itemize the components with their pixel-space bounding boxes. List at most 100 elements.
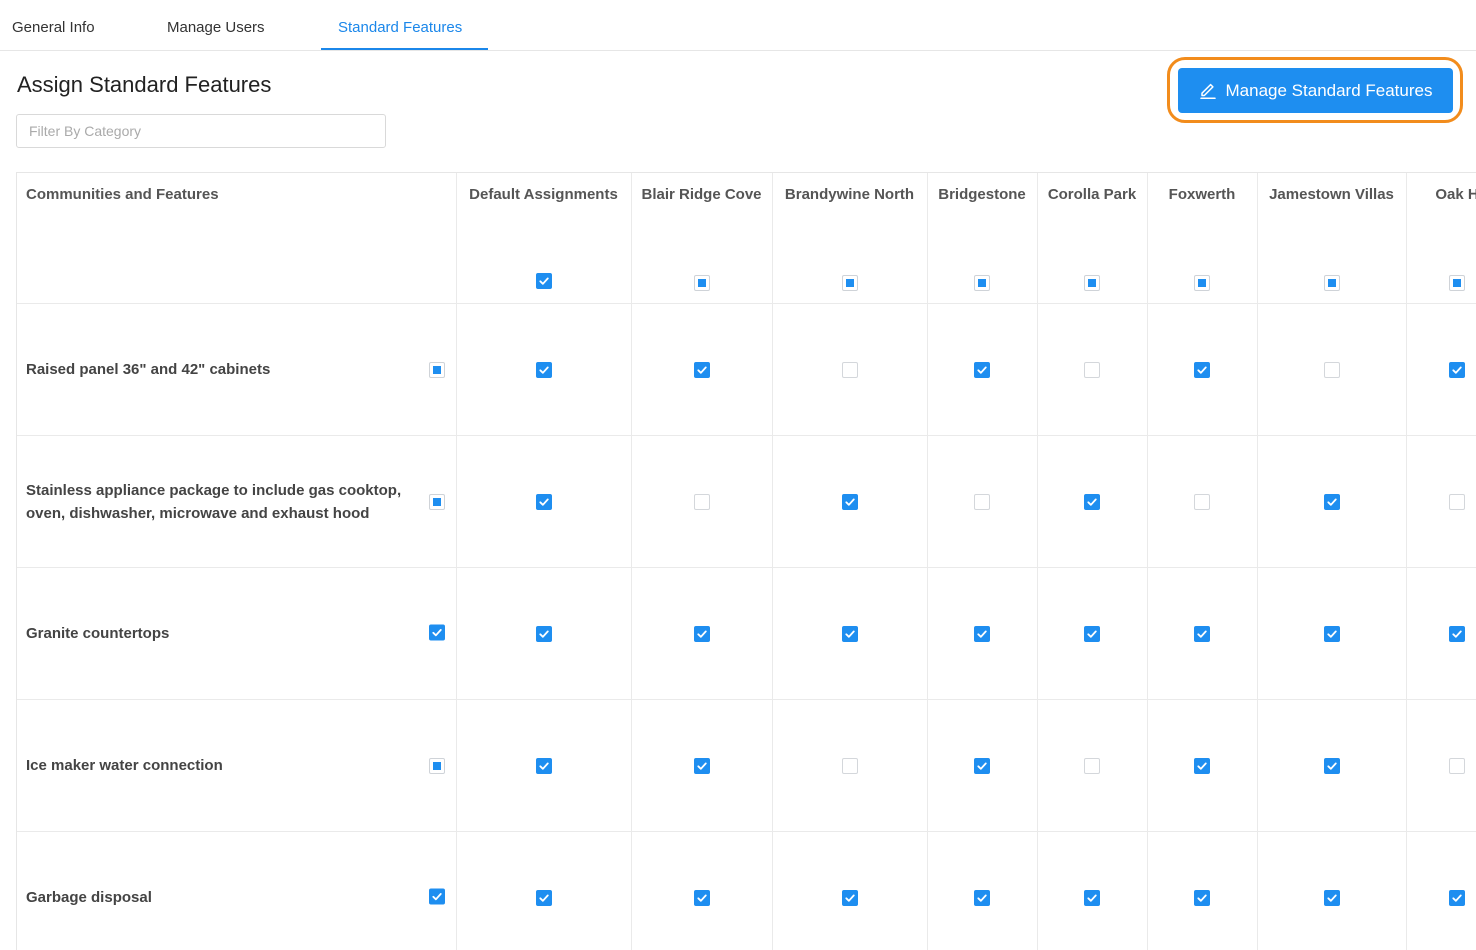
assignment-checkbox[interactable] <box>1324 494 1340 510</box>
assignment-checkbox[interactable] <box>1084 626 1100 642</box>
assignment-cell <box>1147 568 1257 700</box>
assignment-cell <box>1406 568 1476 700</box>
assignment-cell <box>456 700 631 832</box>
column-header-jamestown-villas: Jamestown Villas <box>1257 173 1406 304</box>
column-select-all-checkbox[interactable] <box>1194 275 1210 291</box>
column-header-label: Foxwerth <box>1148 173 1257 203</box>
feature-label-cell: Ice maker water connection <box>17 700 456 832</box>
active-tab-indicator <box>321 48 488 50</box>
row-select-all-checkbox[interactable] <box>429 494 445 510</box>
assignment-cell <box>1147 832 1257 950</box>
assignment-checkbox[interactable] <box>536 494 552 510</box>
assignment-cell <box>772 304 927 436</box>
assignment-checkbox[interactable] <box>974 890 990 906</box>
assignment-checkbox[interactable] <box>1449 494 1465 510</box>
manage-standard-features-button[interactable]: Manage Standard Features <box>1178 68 1453 113</box>
assignment-checkbox[interactable] <box>1324 890 1340 906</box>
assignment-checkbox[interactable] <box>694 890 710 906</box>
assignment-checkbox[interactable] <box>694 494 710 510</box>
assignment-cell <box>772 700 927 832</box>
assignment-checkbox[interactable] <box>1194 758 1210 774</box>
assignment-checkbox[interactable] <box>694 362 710 378</box>
column-header-label: Bridgestone <box>928 173 1037 203</box>
assignment-checkbox[interactable] <box>974 758 990 774</box>
assignment-cell <box>1037 436 1147 568</box>
assignment-checkbox[interactable] <box>842 890 858 906</box>
assignment-checkbox[interactable] <box>1084 362 1100 378</box>
assignment-checkbox[interactable] <box>842 494 858 510</box>
assignment-checkbox[interactable] <box>1084 890 1100 906</box>
assignment-checkbox[interactable] <box>974 626 990 642</box>
row-select-all-checkbox[interactable] <box>429 362 445 378</box>
assignment-checkbox[interactable] <box>536 758 552 774</box>
assignment-cell <box>1037 832 1147 950</box>
assignment-cell <box>1037 304 1147 436</box>
assignment-checkbox[interactable] <box>842 362 858 378</box>
assignment-checkbox[interactable] <box>1449 758 1465 774</box>
assignment-checkbox[interactable] <box>1449 362 1465 378</box>
assignment-cell <box>1037 568 1147 700</box>
row-select-all-checkbox[interactable] <box>429 624 445 640</box>
column-select-all-checkbox[interactable] <box>1449 275 1465 291</box>
assignment-checkbox[interactable] <box>974 362 990 378</box>
assignment-cell <box>772 832 927 950</box>
assignment-cell <box>1406 832 1476 950</box>
assignment-checkbox[interactable] <box>1449 890 1465 906</box>
assignment-cell <box>1257 436 1406 568</box>
tab-manage-users[interactable]: Manage Users <box>167 0 265 50</box>
assignment-checkbox[interactable] <box>1324 626 1340 642</box>
assignment-checkbox[interactable] <box>1324 758 1340 774</box>
assignment-cell <box>927 832 1037 950</box>
column-select-all-checkbox[interactable] <box>536 273 552 289</box>
filter-by-category-input[interactable] <box>16 114 386 148</box>
assignment-checkbox[interactable] <box>842 758 858 774</box>
assignment-checkbox[interactable] <box>1084 494 1100 510</box>
assignment-checkbox[interactable] <box>1324 362 1340 378</box>
feature-label-cell: Garbage disposal <box>17 832 456 950</box>
manage-standard-features-label: Manage Standard Features <box>1226 81 1433 101</box>
assignment-checkbox[interactable] <box>974 494 990 510</box>
row-select-all-checkbox[interactable] <box>429 888 445 904</box>
assignment-checkbox[interactable] <box>1084 758 1100 774</box>
assignment-checkbox[interactable] <box>1194 362 1210 378</box>
assignment-checkbox[interactable] <box>536 362 552 378</box>
assignment-cell <box>1257 832 1406 950</box>
feature-label: Raised panel 36" and 42" cabinets <box>17 358 456 381</box>
assignment-cell <box>456 832 631 950</box>
features-assignment-table: Communities and Features Default Assignm… <box>16 172 1476 950</box>
assignment-cell <box>1037 700 1147 832</box>
assignment-cell <box>456 304 631 436</box>
column-header-oak-h: Oak H <box>1406 173 1476 304</box>
column-header-blair-ridge-cove: Blair Ridge Cove <box>631 173 772 304</box>
assignment-checkbox[interactable] <box>1194 626 1210 642</box>
tab-standard-features[interactable]: Standard Features <box>338 0 462 50</box>
assignment-checkbox[interactable] <box>694 626 710 642</box>
tab-general-info[interactable]: General Info <box>12 0 95 50</box>
assignment-cell <box>1406 304 1476 436</box>
assignment-cell <box>1406 436 1476 568</box>
assignment-checkbox[interactable] <box>694 758 710 774</box>
assignment-checkbox[interactable] <box>1194 890 1210 906</box>
assignment-checkbox[interactable] <box>536 890 552 906</box>
column-header-label: Default Assignments <box>457 173 631 203</box>
column-header-communities-and-features: Communities and Features <box>17 173 456 304</box>
row-select-all-checkbox[interactable] <box>429 758 445 774</box>
column-select-all-checkbox[interactable] <box>842 275 858 291</box>
column-header-label: Oak H <box>1407 173 1476 203</box>
assignment-cell <box>772 568 927 700</box>
assignment-cell <box>631 700 772 832</box>
column-select-all-checkbox[interactable] <box>694 275 710 291</box>
column-header-label: Blair Ridge Cove <box>632 173 772 203</box>
assignment-cell <box>456 568 631 700</box>
assignment-checkbox[interactable] <box>842 626 858 642</box>
column-header-brandywine-north: Brandywine North <box>772 173 927 304</box>
assignment-cell <box>1406 700 1476 832</box>
column-select-all-checkbox[interactable] <box>1324 275 1340 291</box>
table-row: Stainless appliance package to include g… <box>17 436 1476 568</box>
assignment-checkbox[interactable] <box>536 626 552 642</box>
assignment-checkbox[interactable] <box>1194 494 1210 510</box>
column-select-all-checkbox[interactable] <box>1084 275 1100 291</box>
table-row: Raised panel 36" and 42" cabinets <box>17 304 1476 436</box>
assignment-checkbox[interactable] <box>1449 626 1465 642</box>
column-select-all-checkbox[interactable] <box>974 275 990 291</box>
